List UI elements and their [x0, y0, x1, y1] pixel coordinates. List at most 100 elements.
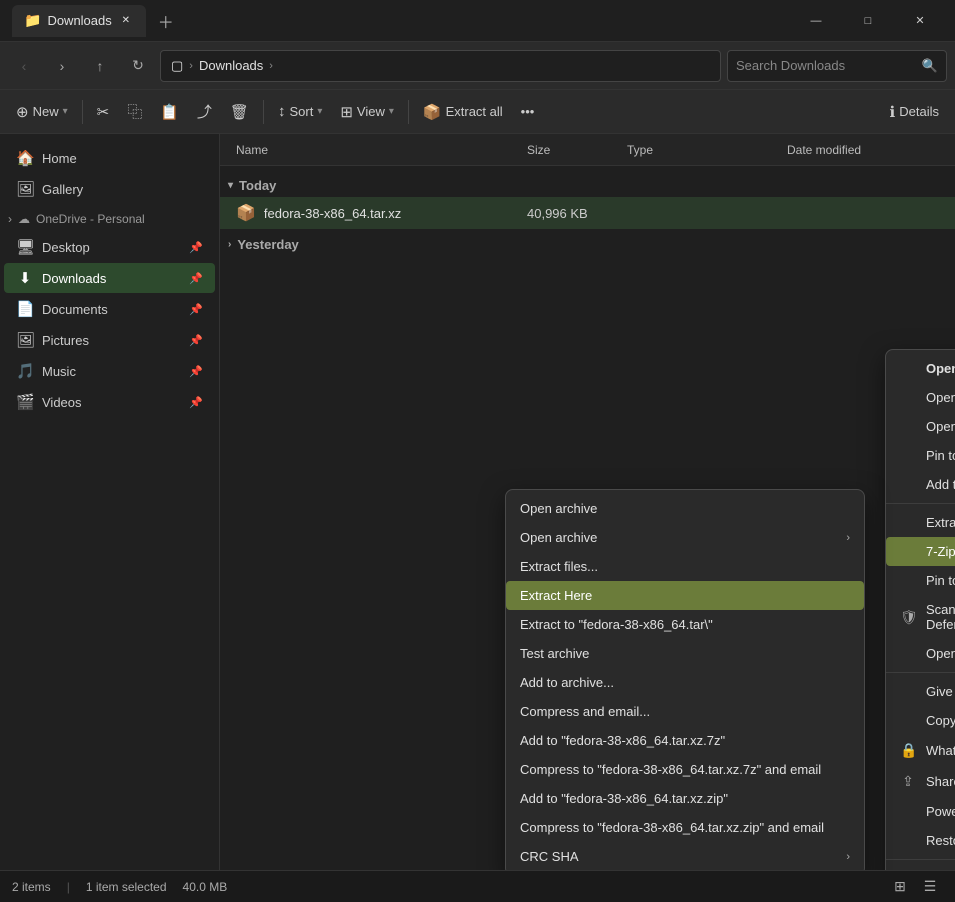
paste-button[interactable]: 📋 [152, 96, 187, 128]
sidebar-item-downloads[interactable]: ⬇ Downloads 📌 [4, 263, 215, 293]
view-chevron-icon: ▾ [389, 106, 394, 117]
sidebar-group-onedrive[interactable]: › ☁ OneDrive - Personal [0, 208, 219, 230]
sidebar-item-pictures[interactable]: 🖼 Pictures 📌 [4, 325, 215, 355]
submenu-compress-7z-email[interactable]: Compress to "fedora-38-x86_64.tar.xz.7z"… [506, 755, 864, 784]
submenu-add-archive[interactable]: Add to archive... [506, 668, 864, 697]
cut-button[interactable]: ✂ [89, 96, 118, 128]
menu-item-open-new-tab[interactable]: Open in new tab [886, 383, 955, 412]
menu-item-pin-quick-access[interactable]: Pin to Quick access [886, 441, 955, 470]
toolbar: ⊕ New ▾ ✂ ⿻ 📋 ⤴ 🗑 ↕ Sort ▾ ⊞ View ▾ 📦 Ex… [0, 90, 955, 134]
tab-label: Downloads [47, 13, 111, 28]
submenu-test-archive[interactable]: Test archive [506, 639, 864, 668]
menu-item-label: Open in new tab [926, 390, 955, 405]
menu-item-copy-path[interactable]: Copy as path [886, 706, 955, 735]
menu-item-add-favourites[interactable]: Add to Favourites [886, 470, 955, 499]
menu-item-7zip[interactable]: 7-Zip › [886, 537, 955, 566]
active-tab[interactable]: 📁 Downloads ✕ [12, 5, 146, 37]
defender-icon: 🛡 [900, 609, 916, 626]
sidebar-item-gallery[interactable]: 🖼 Gallery [4, 174, 215, 204]
more-button[interactable]: ••• [513, 96, 543, 128]
menu-item-label: Give access to [926, 684, 955, 699]
column-name-header[interactable]: Name [228, 143, 527, 157]
view-grid-button[interactable]: ⊞ [887, 874, 913, 900]
pictures-icon: 🖼 [16, 331, 34, 349]
address-path[interactable]: ▢ › Downloads › [160, 50, 721, 82]
menu-item-label: Add to archive... [520, 675, 614, 690]
submenu-extract-files[interactable]: Extract files... [506, 552, 864, 581]
menu-item-share[interactable]: ⇪ Share [886, 766, 955, 797]
menu-item-pin-start[interactable]: Pin to Start [886, 566, 955, 595]
documents-icon: 📄 [16, 300, 34, 318]
details-button[interactable]: ℹ Details [882, 96, 947, 128]
share-button[interactable]: ⤴ [189, 96, 220, 128]
selected-size: 40.0 MB [183, 880, 228, 894]
sidebar-item-videos[interactable]: 🎬 Videos 📌 [4, 387, 215, 417]
submenu-compress-email[interactable]: Compress and email... [506, 697, 864, 726]
submenu-extract-here[interactable]: Extract Here [506, 581, 864, 610]
menu-item-label: Test archive [520, 646, 589, 661]
menu-item-powerrename[interactable]: PowerRename [886, 797, 955, 826]
new-button[interactable]: ⊕ New ▾ [8, 96, 76, 128]
view-button[interactable]: ⊞ View ▾ [332, 96, 402, 128]
menu-item-extract-all[interactable]: Extract All... [886, 508, 955, 537]
sort-icon: ↕ [278, 103, 286, 120]
desktop-pin-icon: 📌 [189, 241, 203, 254]
section-yesterday[interactable]: › Yesterday [220, 229, 955, 256]
sidebar-item-desktop[interactable]: 🖥 Desktop 📌 [4, 232, 215, 262]
menu-item-give-access[interactable]: Give access to › [886, 677, 955, 706]
search-icon: 🔍 [922, 58, 938, 74]
column-date-header[interactable]: Date modified [787, 143, 947, 157]
sidebar: 🏠 Home 🖼 Gallery › ☁ OneDrive - Personal… [0, 134, 220, 870]
submenu-extract-to[interactable]: Extract to "fedora-38-x86_64.tar\" [506, 610, 864, 639]
submenu-crc-sha[interactable]: CRC SHA › [506, 842, 864, 870]
extract-all-button[interactable]: 📦 Extract all [415, 96, 511, 128]
delete-button[interactable]: 🗑 [222, 96, 257, 128]
videos-pin-icon: 📌 [189, 396, 203, 409]
section-label: Yesterday [237, 237, 298, 252]
downloads-pin-icon: 📌 [189, 272, 203, 285]
back-button[interactable]: ‹ [8, 50, 40, 82]
sidebar-item-label: Music [42, 364, 76, 379]
refresh-button[interactable]: ↻ [122, 50, 154, 82]
menu-item-open[interactable]: Open [886, 354, 955, 383]
sidebar-item-home[interactable]: 🏠 Home [4, 143, 215, 173]
maximize-button[interactable]: □ [845, 5, 891, 37]
menu-item-open-new-window[interactable]: Open in new window [886, 412, 955, 441]
search-box[interactable]: Search Downloads 🔍 [727, 50, 947, 82]
path-segment: Downloads [199, 58, 263, 73]
sidebar-item-music[interactable]: 🎵 Music 📌 [4, 356, 215, 386]
submenu-open-archive[interactable]: Open archive [506, 494, 864, 523]
sort-button[interactable]: ↕ Sort ▾ [270, 96, 330, 128]
menu-separator-2 [886, 672, 955, 673]
menu-item-whats-using[interactable]: 🔒 What's using this file? [886, 735, 955, 766]
menu-item-open-with[interactable]: Open with... [886, 639, 955, 668]
item-count: 2 items [12, 880, 51, 894]
section-today[interactable]: ▾ Today [220, 170, 955, 197]
menu-item-restore-versions[interactable]: Restore previous versions [886, 826, 955, 855]
file-name-label: fedora-38-x86_64.tar.xz [264, 206, 401, 221]
submenu-add-7z[interactable]: Add to "fedora-38-x86_64.tar.xz.7z" [506, 726, 864, 755]
sidebar-item-documents[interactable]: 📄 Documents 📌 [4, 294, 215, 324]
paste-icon: 📋 [160, 103, 179, 121]
close-button[interactable]: ✕ [897, 5, 943, 37]
tab-close-button[interactable]: ✕ [118, 13, 134, 29]
submenu-open-archive-sub[interactable]: Open archive › [506, 523, 864, 552]
menu-item-label: Extract Here [520, 588, 592, 603]
view-list-button[interactable]: ☰ [917, 874, 943, 900]
minimize-button[interactable]: — [793, 5, 839, 37]
column-size-header[interactable]: Size [527, 143, 627, 157]
column-type-header[interactable]: Type [627, 143, 787, 157]
toolbar-divider-2 [263, 100, 264, 124]
pictures-pin-icon: 📌 [189, 334, 203, 347]
forward-button[interactable]: › [46, 50, 78, 82]
submenu-compress-zip-email[interactable]: Compress to "fedora-38-x86_64.tar.xz.zip… [506, 813, 864, 842]
menu-item-scan-defender[interactable]: 🛡 Scan with Microsoft Defender... [886, 595, 955, 639]
table-row[interactable]: 📦 fedora-38-x86_64.tar.xz 40,996 KB [220, 197, 955, 229]
menu-item-label: Pin to Quick access [926, 448, 955, 463]
submenu-add-zip[interactable]: Add to "fedora-38-x86_64.tar.xz.zip" [506, 784, 864, 813]
window-controls: — □ ✕ [793, 5, 943, 37]
up-button[interactable]: ↑ [84, 50, 116, 82]
new-tab-button[interactable]: ＋ [152, 7, 180, 35]
sidebar-item-label: Home [42, 151, 77, 166]
copy-button[interactable]: ⿻ [119, 96, 150, 128]
